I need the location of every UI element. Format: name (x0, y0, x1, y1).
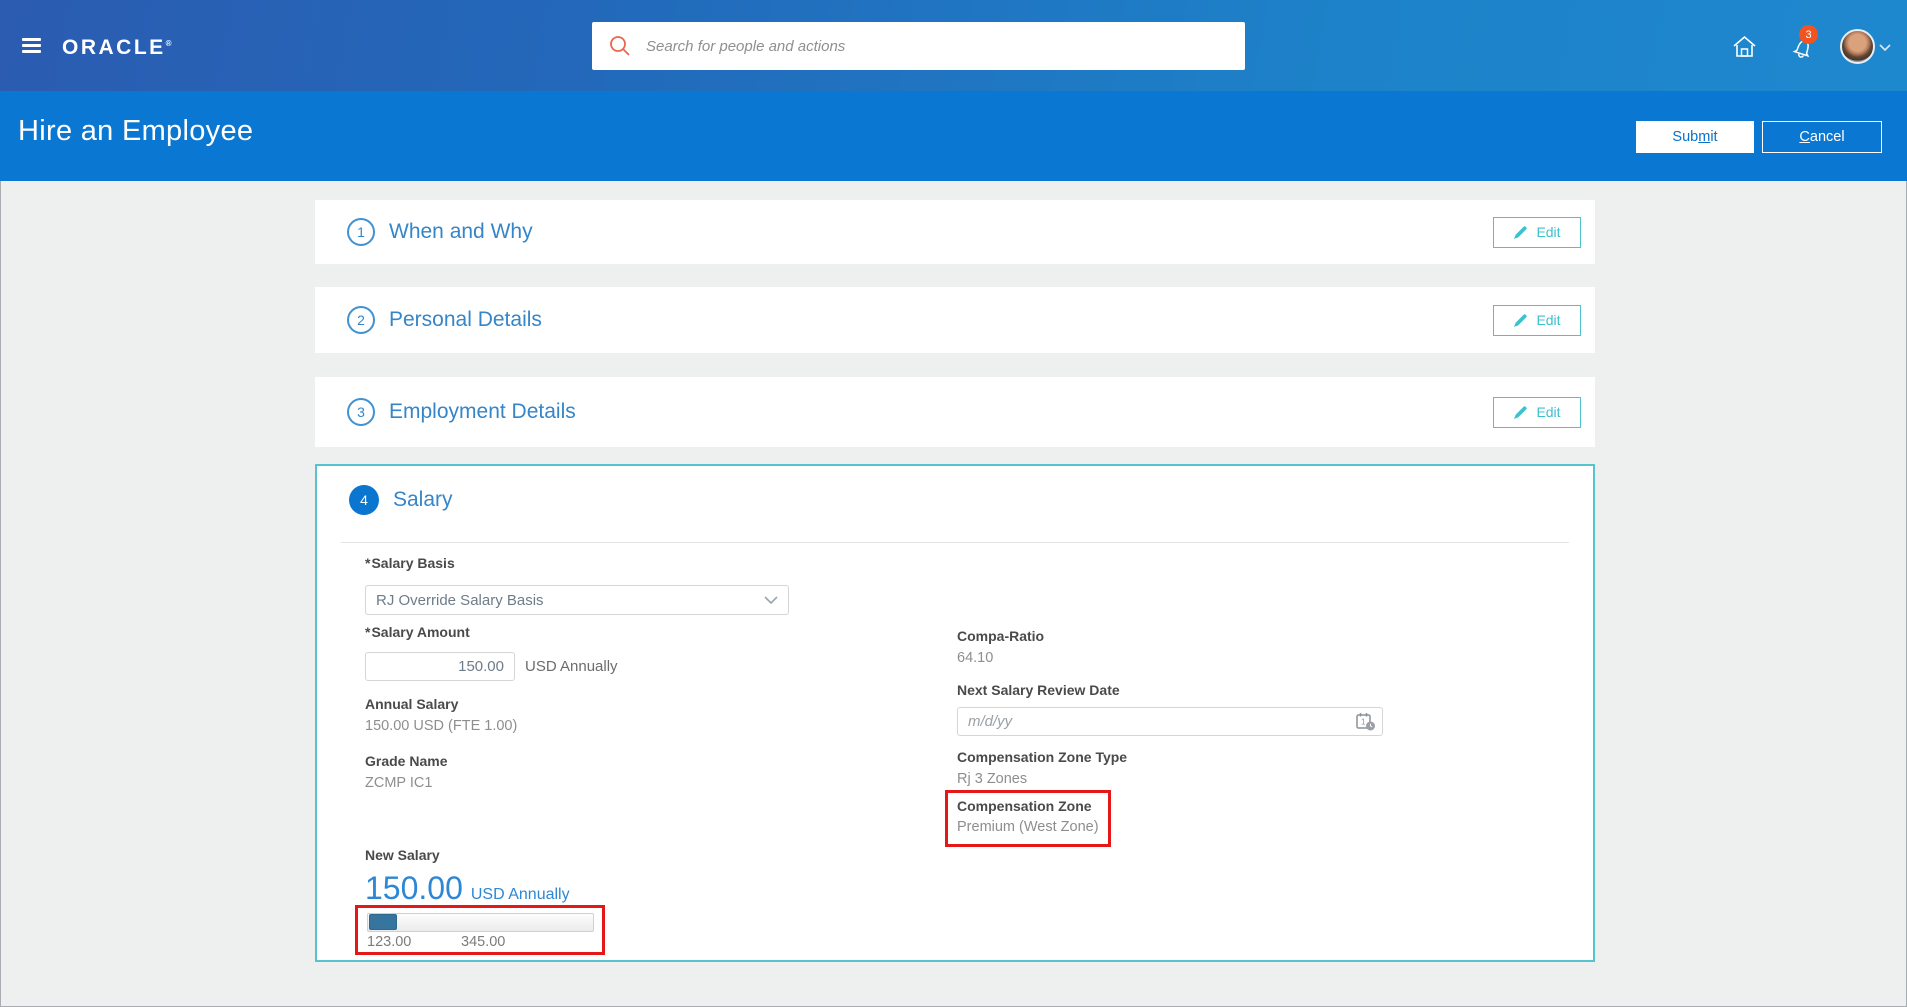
compa-ratio-value: 64.10 (957, 650, 994, 666)
salary-basis-dropdown[interactable]: RJ Override Salary Basis (365, 585, 789, 615)
section-title: Personal Details (389, 308, 542, 331)
salary-amount-suffix: USD Annually (525, 658, 618, 675)
page-title: Hire an Employee (18, 115, 254, 147)
grade-name-value: ZCMP IC1 (365, 775, 433, 791)
compensation-zone-value: Premium (West Zone) (957, 819, 1099, 835)
annual-salary-value: 150.00 USD (FTE 1.00) (365, 718, 518, 734)
edit-label: Edit (1536, 404, 1561, 420)
home-icon[interactable] (1731, 34, 1758, 59)
salary-basis-selected-value: RJ Override Salary Basis (376, 591, 544, 609)
submit-button[interactable]: Submit (1636, 121, 1754, 153)
new-salary-suffix: USD Annually (470, 886, 570, 903)
edit-employment-details-button[interactable]: Edit (1493, 396, 1581, 428)
annual-salary-label: Annual Salary (365, 696, 459, 712)
salary-range-max: 345.00 (461, 934, 506, 950)
header-divider (341, 542, 1569, 543)
compensation-zone-type-value: Rj 3 Zones (957, 771, 1028, 787)
step-number-badge: 3 (347, 398, 375, 426)
salary-range-slider[interactable] (367, 913, 594, 932)
page-header-banner: Hire an Employee Submit Cancel (0, 91, 1907, 181)
calendar-date-picker-icon[interactable]: 1 (1355, 712, 1377, 732)
section-title: Employment Details (389, 400, 576, 423)
salary-amount-input[interactable] (365, 652, 515, 681)
salary-range-slider-handle[interactable] (369, 914, 397, 930)
screenshot-frame: ORACLE® 3 Hire an Employee (0, 0, 1907, 1007)
compensation-zone-label: Compensation Zone (957, 798, 1092, 814)
new-salary-value: 150.00 (365, 870, 463, 906)
next-salary-review-date-field: 1 (957, 707, 1383, 736)
edit-when-and-why-button[interactable]: Edit (1493, 216, 1581, 248)
next-salary-review-date-label: Next Salary Review Date (957, 682, 1120, 698)
edit-label: Edit (1536, 224, 1561, 240)
grade-name-label: Grade Name (365, 753, 448, 769)
section-card-personal-details: 2 Personal Details Edit (315, 287, 1595, 353)
new-salary-display: 150.00 USD Annually (365, 870, 570, 907)
registered-mark: ® (165, 39, 172, 48)
salary-basis-label: *Salary Basis (365, 555, 455, 571)
required-marker: * (365, 624, 371, 640)
chevron-down-icon[interactable] (1879, 44, 1891, 52)
next-salary-review-date-input[interactable] (957, 707, 1383, 736)
oracle-logo: ORACLE® (62, 36, 172, 59)
pencil-icon (1514, 405, 1528, 419)
salary-section-header: 4 Salary (317, 485, 453, 515)
new-salary-label: New Salary (365, 847, 440, 863)
required-marker: * (365, 555, 371, 571)
section-title: Salary (393, 488, 453, 511)
step-number-badge: 4 (349, 485, 379, 515)
notification-count-badge[interactable]: 3 (1799, 25, 1818, 44)
section-card-employment-details: 3 Employment Details Edit (315, 377, 1595, 447)
section-card-when-and-why: 1 When and Why Edit (315, 200, 1595, 264)
salary-range-min: 123.00 (367, 934, 412, 950)
pencil-icon (1514, 313, 1528, 327)
compensation-zone-type-label: Compensation Zone Type (957, 749, 1128, 765)
search-icon (610, 36, 630, 56)
edit-personal-details-button[interactable]: Edit (1493, 304, 1581, 336)
cancel-button[interactable]: Cancel (1762, 121, 1882, 153)
search-input[interactable] (646, 31, 1245, 61)
svg-text:1: 1 (1361, 718, 1366, 727)
global-search[interactable] (592, 22, 1245, 70)
section-card-salary: 4 Salary *Salary Basis RJ Override Salar… (315, 464, 1595, 962)
chevron-down-icon (764, 595, 778, 604)
hamburger-menu-icon[interactable] (22, 38, 41, 53)
section-title: When and Why (389, 220, 533, 243)
step-number-badge: 2 (347, 306, 375, 334)
step-number-badge: 1 (347, 218, 375, 246)
pencil-icon (1514, 225, 1528, 239)
salary-amount-label: *Salary Amount (365, 624, 470, 640)
top-navigation-bar: ORACLE® 3 (0, 0, 1907, 91)
compa-ratio-label: Compa-Ratio (957, 628, 1045, 644)
user-avatar[interactable] (1840, 29, 1875, 64)
edit-label: Edit (1536, 312, 1561, 328)
